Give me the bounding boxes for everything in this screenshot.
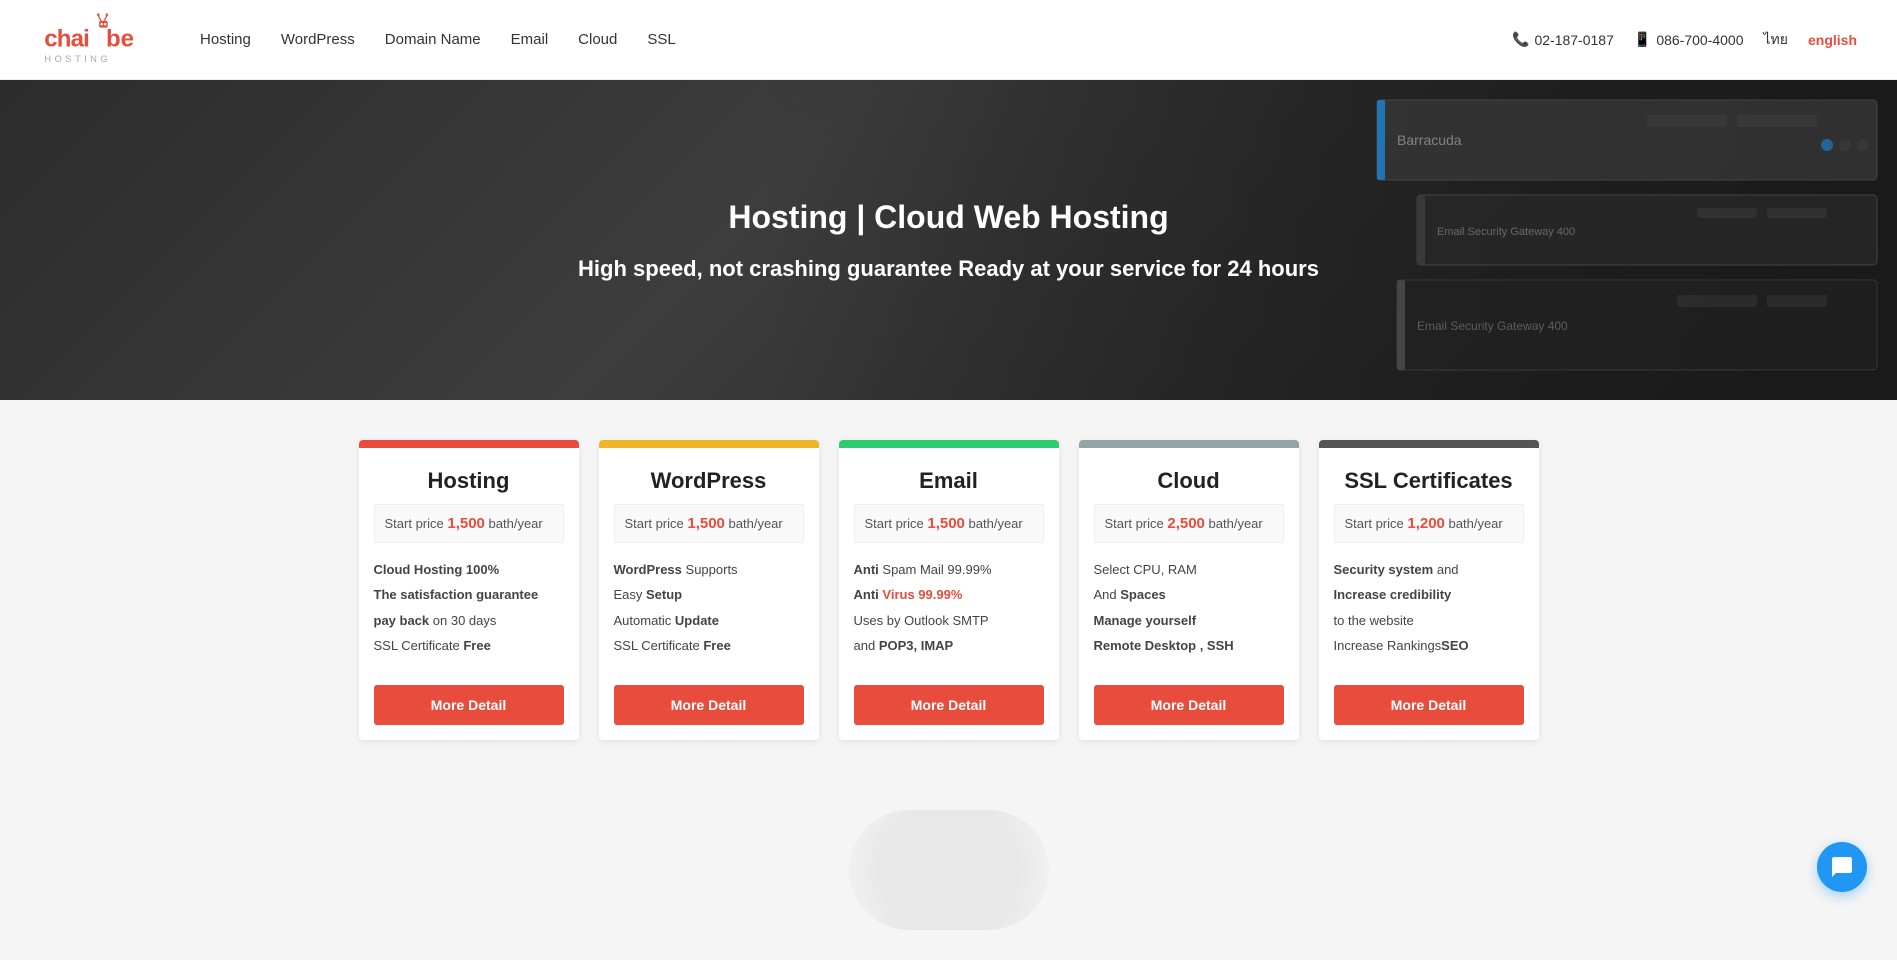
ssl-feature-3: to the website [1334,609,1524,632]
cloud-card: Cloud Start price 2,500 bath/year Select… [1079,440,1299,740]
ssl-price-num: 1,200 [1407,515,1445,532]
wordpress-more-detail-button[interactable]: More Detail [614,685,804,725]
email-card: Email Start price 1,500 bath/year Anti S… [839,440,1059,740]
hosting-price-unit: bath/year [489,516,543,531]
cloud-more-detail-button[interactable]: More Detail [1094,685,1284,725]
nav-domain[interactable]: Domain Name [385,31,481,48]
ssl-card: SSL Certificates Start price 1,200 bath/… [1319,440,1539,740]
hosting-feature-2: The satisfaction guarantee [374,583,564,606]
hosting-card-bar [359,440,579,448]
hero-title: Hosting | Cloud Web Hosting [578,199,1319,236]
wordpress-feature-3: Automatic Update [614,609,804,632]
email-price-unit: bath/year [969,516,1023,531]
hero-section: Barracuda Email Security Gateway 400 Ema… [0,80,1897,400]
ssl-feature-4: Increase RankingsSEO [1334,634,1524,657]
email-card-title: Email [839,448,1059,504]
ssl-feature-1: Security system and [1334,558,1524,581]
mobile-icon: 📱 [1634,31,1651,48]
wordpress-price-unit: bath/year [729,516,783,531]
email-feature-2: Anti Virus 99.99% [854,583,1044,606]
nav-ssl[interactable]: SSL [647,31,675,48]
ssl-feature-2: Increase credibility [1334,583,1524,606]
ssl-price-unit: bath/year [1449,516,1503,531]
hosting-card: Hosting Start price 1,500 bath/year Clou… [359,440,579,740]
wordpress-card-bar [599,440,819,448]
cloud-feature-3: Manage yourself [1094,609,1284,632]
hosting-more-detail-button[interactable]: More Detail [374,685,564,725]
wordpress-card-title: WordPress [599,448,819,504]
ssl-card-features: Security system and Increase credibility… [1319,543,1539,675]
bottom-section [0,780,1897,960]
cloud-feature-1: Select CPU, RAM [1094,558,1284,581]
cloud-price-unit: bath/year [1209,516,1263,531]
lang-english[interactable]: english [1808,32,1857,48]
hosting-card-price: Start price 1,500 bath/year [374,504,564,543]
email-more-detail-button[interactable]: More Detail [854,685,1044,725]
phone-contact: 📞 02-187-0187 [1512,31,1614,48]
wordpress-card-price: Start price 1,500 bath/year [614,504,804,543]
chat-bubble[interactable] [1817,842,1867,892]
cloud-feature-2: And Spaces [1094,583,1284,606]
hero-devices-svg: Barracuda Email Security Gateway 400 Ema… [1297,80,1897,400]
svg-text:HOSTING: HOSTING [44,52,111,63]
nav-email[interactable]: Email [511,31,549,48]
logo: chai be HOSTING [40,10,160,70]
email-card-bar [839,440,1059,448]
header: chai be HOSTING Hosting WordPress Domain… [0,0,1897,80]
cloud-card-price: Start price 2,500 bath/year [1094,504,1284,543]
wordpress-price-num: 1,500 [687,515,725,532]
logo-area: chai be HOSTING [40,10,160,70]
nav-hosting[interactable]: Hosting [200,31,251,48]
nav-wordpress[interactable]: WordPress [281,31,355,48]
nav-cloud[interactable]: Cloud [578,31,617,48]
cloud-price-num: 2,500 [1167,515,1205,532]
phone-number: 02-187-0187 [1534,32,1613,48]
hero-subtitle: High speed, not crashing guarantee Ready… [578,256,1319,282]
svg-text:chai: chai [44,25,89,52]
mobile-number: 086-700-4000 [1656,32,1743,48]
ssl-card-price: Start price 1,200 bath/year [1334,504,1524,543]
hosting-feature-1: Cloud Hosting 100% [374,558,564,581]
wordpress-feature-2: Easy Setup [614,583,804,606]
ssl-card-bar [1319,440,1539,448]
hosting-feature-3: pay back on 30 days [374,609,564,632]
cloud-feature-4: Remote Desktop , SSH [1094,634,1284,657]
email-feature-4: and POP3, IMAP [854,634,1044,657]
cloud-card-bar [1079,440,1299,448]
wordpress-feature-1: WordPress Supports [614,558,804,581]
hosting-card-title: Hosting [359,448,579,504]
svg-text:Barracuda: Barracuda [1397,132,1462,148]
cloud-graphic [849,810,1049,930]
lang-thai[interactable]: ไทย [1764,29,1788,51]
main-nav: Hosting WordPress Domain Name Email Clou… [200,31,1512,48]
cloud-card-features: Select CPU, RAM And Spaces Manage yourse… [1079,543,1299,675]
hero-content: Hosting | Cloud Web Hosting High speed, … [578,199,1319,282]
email-feature-3: Uses by Outlook SMTP [854,609,1044,632]
hosting-price-num: 1,500 [447,515,485,532]
phone-icon: 📞 [1512,31,1529,48]
cloud-card-title: Cloud [1079,448,1299,504]
chat-icon [1830,855,1854,879]
ssl-card-title: SSL Certificates [1319,448,1539,504]
pricing-cards-section: Hosting Start price 1,500 bath/year Clou… [0,400,1897,780]
svg-text:Email Security Gateway 400: Email Security Gateway 400 [1437,226,1575,238]
svg-text:Email Security Gateway 400: Email Security Gateway 400 [1417,319,1568,333]
email-card-features: Anti Spam Mail 99.99% Anti Virus 99.99% … [839,543,1059,675]
hosting-card-features: Cloud Hosting 100% The satisfaction guar… [359,543,579,675]
email-card-price: Start price 1,500 bath/year [854,504,1044,543]
wordpress-feature-4: SSL Certificate Free [614,634,804,657]
mobile-contact: 📱 086-700-4000 [1634,31,1744,48]
svg-text:be: be [106,25,134,52]
wordpress-card: WordPress Start price 1,500 bath/year Wo… [599,440,819,740]
ssl-more-detail-button[interactable]: More Detail [1334,685,1524,725]
wordpress-card-features: WordPress Supports Easy Setup Automatic … [599,543,819,675]
hosting-feature-4: SSL Certificate Free [374,634,564,657]
email-price-num: 1,500 [927,515,965,532]
email-feature-1: Anti Spam Mail 99.99% [854,558,1044,581]
contact-area: 📞 02-187-0187 📱 086-700-4000 ไทย english [1512,29,1857,51]
